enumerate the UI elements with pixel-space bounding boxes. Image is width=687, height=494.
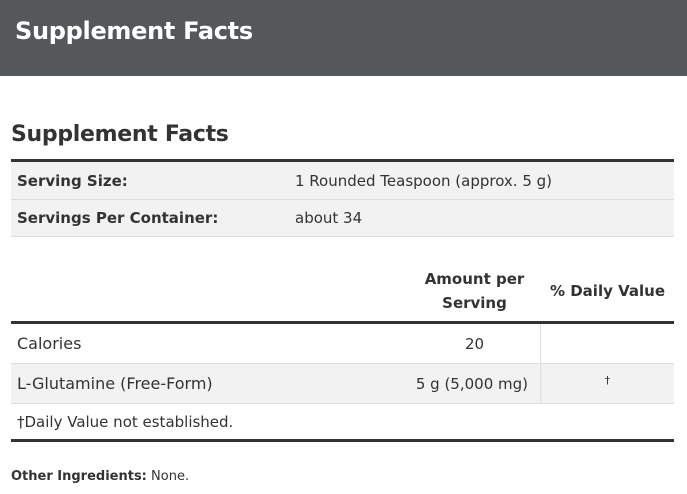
nutrient-name: L-Glutamine (Free-Form) bbox=[17, 374, 213, 393]
nutrient-amount: 20 bbox=[464, 335, 485, 353]
serving-size-value: 1 Rounded Teaspoon (approx. 5 g) bbox=[295, 172, 553, 190]
nutrient-daily-value: † bbox=[604, 374, 611, 387]
other-ingredients-label: Other Ingredients: bbox=[11, 469, 147, 484]
servings-per-container-value: about 34 bbox=[295, 209, 363, 227]
nutrient-amount: 5 g (5,000 mg) bbox=[415, 375, 528, 393]
servings-per-container-label: Servings Per Container: bbox=[17, 209, 219, 227]
row-divider bbox=[11, 236, 674, 237]
nutrient-name: Calories bbox=[17, 334, 82, 353]
daily-value-footnote: †Daily Value not established. bbox=[17, 413, 234, 431]
daily-value-header: % Daily Value bbox=[549, 282, 665, 300]
banner-title: Supplement Facts bbox=[15, 17, 253, 45]
other-ingredients-value: None. bbox=[151, 469, 190, 484]
header-rule bbox=[11, 321, 674, 324]
bottom-rule bbox=[11, 439, 674, 442]
other-ingredients: Other Ingredients: None. bbox=[11, 469, 189, 484]
amount-per-header-line1: Amount per bbox=[424, 270, 525, 288]
header-banner: Supplement Facts bbox=[0, 0, 687, 76]
column-divider bbox=[540, 324, 541, 403]
row-divider bbox=[11, 403, 674, 404]
serving-size-label: Serving Size: bbox=[17, 172, 128, 190]
amount-per-header-line2: Serving bbox=[442, 294, 507, 312]
supplement-facts-title: Supplement Facts bbox=[11, 122, 229, 147]
